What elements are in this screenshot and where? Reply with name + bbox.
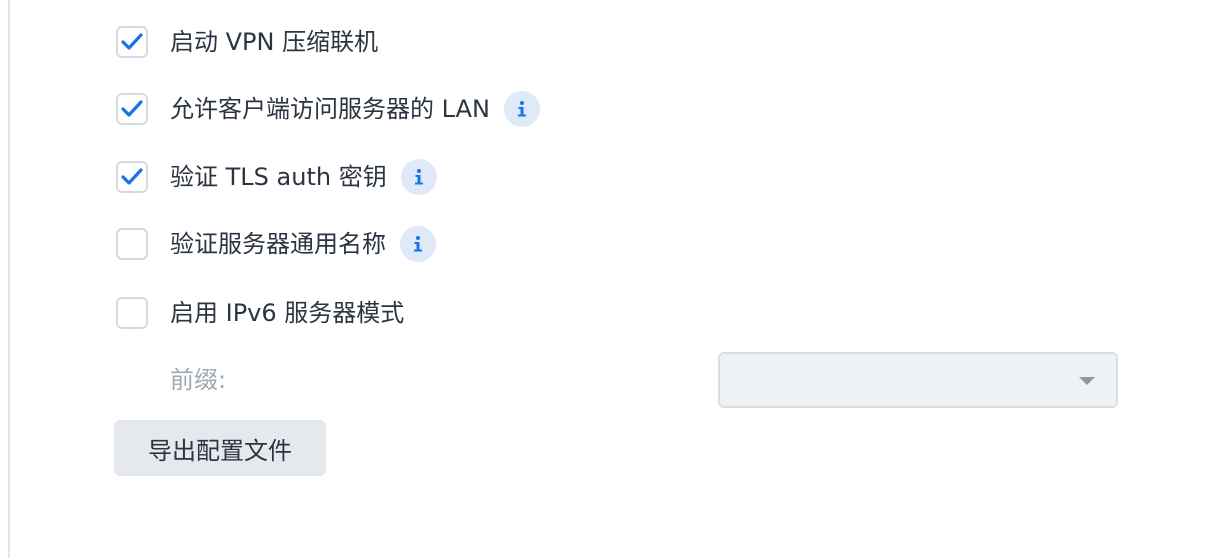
verify-tls-auth-checkbox[interactable] [116,161,148,193]
info-icon[interactable] [503,91,540,127]
option-vpn-compression[interactable]: 启动 VPN 压缩联机 [116,24,378,60]
panel-left-border [8,0,10,558]
ipv6-server-mode-label: 启用 IPv6 服务器模式 [170,299,405,327]
prefix-label: 前缀: [170,366,227,394]
ipv6-server-mode-checkbox[interactable] [116,297,148,329]
option-verify-tls-auth[interactable]: 验证 TLS auth 密钥 [116,159,437,195]
prefix-select[interactable] [718,352,1118,408]
verify-tls-auth-label: 验证 TLS auth 密钥 [170,163,387,191]
option-verify-server-cn[interactable]: 验证服务器通用名称 [116,226,436,262]
verify-server-cn-label: 验证服务器通用名称 [170,230,386,258]
chevron-down-icon [1079,377,1095,385]
allow-lan-access-label: 允许客户端访问服务器的 LAN [170,95,490,123]
option-allow-lan-access[interactable]: 允许客户端访问服务器的 LAN [116,91,540,127]
check-icon [121,33,143,50]
export-config-button[interactable]: 导出配置文件 [114,420,326,476]
vpn-settings-panel: 启动 VPN 压缩联机 允许客户端访问服务器的 LAN 验证 TLS auth … [0,0,1212,558]
verify-server-cn-checkbox[interactable] [116,228,148,260]
check-icon [121,168,143,185]
vpn-compression-checkbox[interactable] [116,26,148,58]
vpn-compression-label: 启动 VPN 压缩联机 [170,28,379,56]
option-ipv6-server-mode[interactable]: 启用 IPv6 服务器模式 [116,295,404,331]
info-icon[interactable] [400,226,436,262]
export-config-button-label: 导出配置文件 [148,436,292,465]
info-icon[interactable] [400,159,437,195]
check-icon [121,100,143,117]
allow-lan-access-checkbox[interactable] [116,93,148,125]
